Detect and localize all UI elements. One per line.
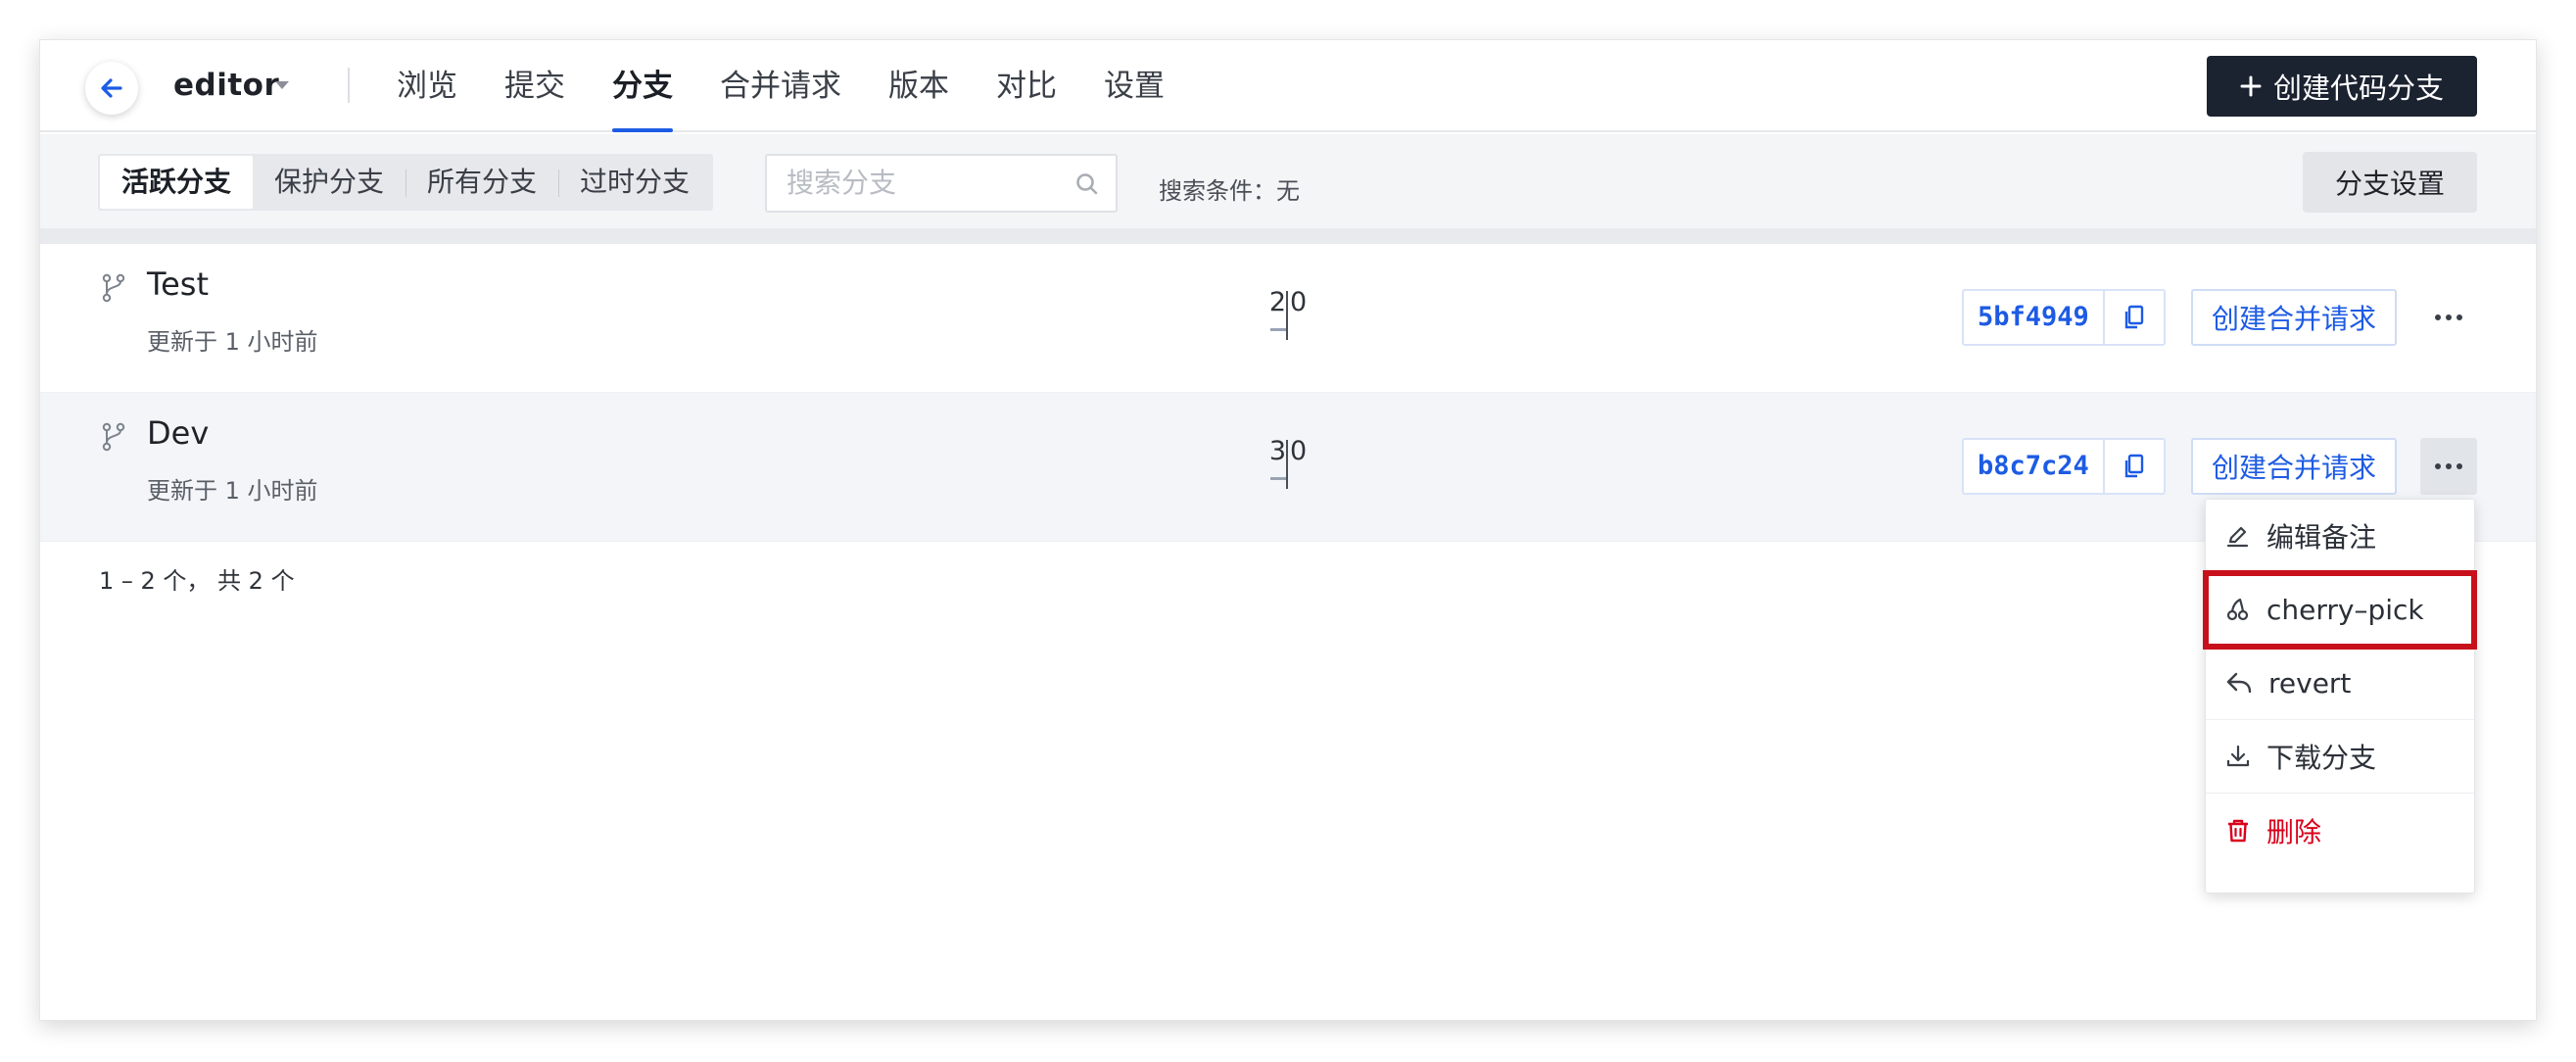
more-icon <box>2435 314 2462 320</box>
arrow-left-icon <box>101 78 122 98</box>
pagination-summary: 1 – 2 个， 共 2 个 <box>99 567 295 595</box>
branch-icon <box>102 273 125 303</box>
commit-sha-group: 5bf4949 <box>1962 289 2166 346</box>
menu-item-label: 删除 <box>2266 815 2322 848</box>
create-merge-request-button[interactable]: 创建合并请求 <box>2191 289 2397 346</box>
behind-count: 3 <box>1268 436 1286 466</box>
menu-item-cherry-pick[interactable]: cherry–pick <box>2203 570 2477 650</box>
branch-name[interactable]: Test <box>147 266 209 303</box>
filter-bar: 活跃分支 保护分支 所有分支 过时分支 搜索分支 搜索条件：无 分支设置 <box>40 134 2536 244</box>
tab-active-branches[interactable]: 活跃分支 <box>100 156 254 209</box>
nav-browse[interactable]: 浏览 <box>397 40 457 132</box>
create-branch-label: 创建代码分支 <box>2272 72 2444 105</box>
repo-name[interactable]: editor <box>173 68 279 103</box>
branch-list: Test 更新于 1 小时前 2 0 5bf4949 创建合并请求 Dev 更新… <box>40 244 2536 542</box>
cherry-pick-icon <box>2226 598 2249 621</box>
behind-count: 2 <box>1268 287 1286 317</box>
caret-down-icon[interactable] <box>273 79 291 91</box>
copy-sha-button[interactable] <box>2105 291 2164 344</box>
ahead-count: 0 <box>1290 436 1308 466</box>
table-row: Test 更新于 1 小时前 2 0 5bf4949 创建合并请求 <box>40 244 2536 393</box>
menu-item-delete[interactable]: 删除 <box>2206 794 2474 867</box>
main-nav: 浏览 提交 分支 合并请求 版本 对比 设置 <box>397 40 1212 132</box>
top-bar: editor 浏览 提交 分支 合并请求 版本 对比 设置 创建代码分支 <box>40 40 2536 132</box>
menu-item-label: revert <box>2268 666 2352 700</box>
copy-sha-button[interactable] <box>2105 440 2164 493</box>
ahead-count: 0 <box>1290 287 1308 317</box>
ab-bar <box>1270 477 1286 480</box>
nav-commits[interactable]: 提交 <box>504 40 565 132</box>
branch-search-input[interactable]: 搜索分支 <box>765 154 1118 213</box>
copy-icon <box>2124 454 2143 478</box>
tab-all-branches[interactable]: 所有分支 <box>405 156 558 209</box>
tab-protected-branches[interactable]: 保护分支 <box>253 156 405 209</box>
more-actions-button[interactable] <box>2420 438 2477 495</box>
nav-merge-requests[interactable]: 合并请求 <box>720 40 841 132</box>
branch-name[interactable]: Dev <box>147 414 209 452</box>
nav-releases[interactable]: 版本 <box>888 40 949 132</box>
trash-icon <box>2228 819 2248 842</box>
branch-settings-button[interactable]: 分支设置 <box>2303 152 2477 213</box>
branch-updated: 更新于 1 小时前 <box>147 477 318 505</box>
branch-updated: 更新于 1 小时前 <box>147 328 318 356</box>
menu-item-label: 下载分支 <box>2266 742 2377 774</box>
nav-settings[interactable]: 设置 <box>1104 40 1165 132</box>
commit-sha[interactable]: b8c7c24 <box>1964 440 2105 493</box>
create-branch-button[interactable]: 创建代码分支 <box>2207 56 2477 117</box>
menu-item-edit-note[interactable]: 编辑备注 <box>2206 500 2474 573</box>
ahead-behind-indicator: 2 0 <box>1259 287 1317 346</box>
branch-page-window: editor 浏览 提交 分支 合并请求 版本 对比 设置 创建代码分支 活跃分… <box>39 39 2537 1021</box>
menu-item-revert[interactable]: revert <box>2206 647 2474 720</box>
ab-divider <box>1286 440 1288 489</box>
plus-icon <box>2240 75 2262 97</box>
download-icon <box>2226 745 2250 767</box>
search-condition: 搜索条件：无 <box>1159 177 1300 205</box>
tab-stale-branches[interactable]: 过时分支 <box>558 156 711 209</box>
nav-branches[interactable]: 分支 <box>612 40 673 132</box>
more-icon <box>2435 463 2462 469</box>
back-button[interactable] <box>85 62 138 115</box>
search-placeholder: 搜索分支 <box>787 167 897 199</box>
branch-icon <box>102 422 125 452</box>
header-divider <box>348 68 350 103</box>
ab-divider <box>1286 291 1288 340</box>
menu-item-label: 编辑备注 <box>2266 521 2377 554</box>
ab-bar <box>1270 328 1286 331</box>
branch-actions-menu: 编辑备注 cherry–pick revert 下载分支 删除 <box>2203 499 2477 893</box>
menu-item-download-branch[interactable]: 下载分支 <box>2206 720 2474 794</box>
ahead-behind-indicator: 3 0 <box>1259 436 1317 495</box>
commit-sha-group: b8c7c24 <box>1962 438 2166 495</box>
commit-sha[interactable]: 5bf4949 <box>1964 291 2105 344</box>
table-row: Dev 更新于 1 小时前 3 0 b8c7c24 创建合并请求 <box>40 393 2536 542</box>
copy-icon <box>2124 305 2143 329</box>
menu-item-label: cherry–pick <box>2266 593 2424 626</box>
branch-filter-tabs: 活跃分支 保护分支 所有分支 过时分支 <box>98 154 714 211</box>
revert-icon <box>2226 672 2252 694</box>
nav-compare[interactable]: 对比 <box>996 40 1057 132</box>
create-merge-request-button[interactable]: 创建合并请求 <box>2191 438 2397 495</box>
search-icon[interactable] <box>1074 171 1100 197</box>
edit-icon <box>2226 526 2249 548</box>
more-actions-button[interactable] <box>2420 289 2477 346</box>
